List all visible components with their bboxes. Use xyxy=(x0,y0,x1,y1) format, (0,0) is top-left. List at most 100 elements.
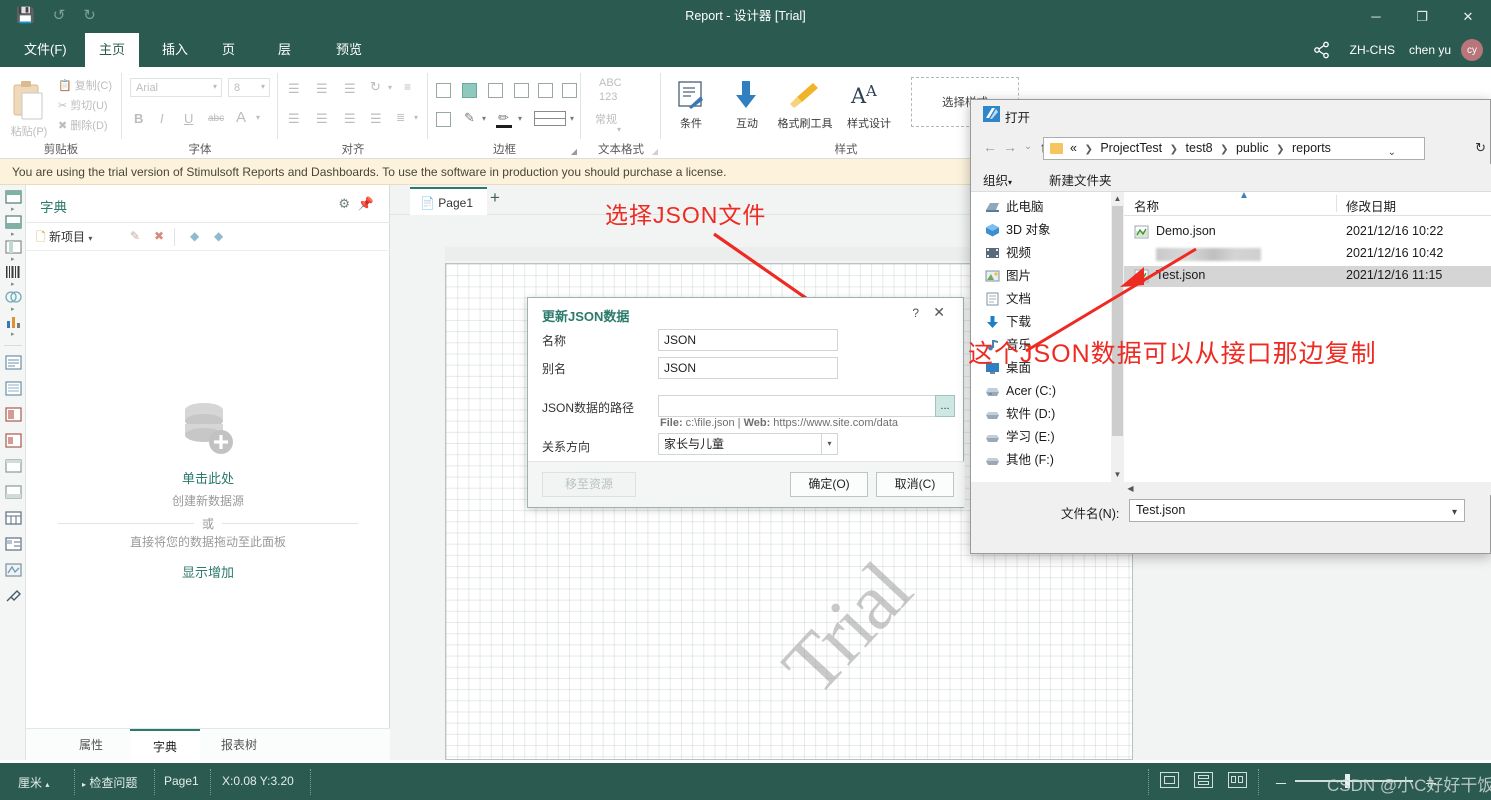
style-designer-label[interactable]: 样式设计 xyxy=(839,115,899,131)
new-folder-button[interactable]: 新建文件夹 xyxy=(1049,170,1112,189)
refresh-button[interactable]: ↻ xyxy=(1475,140,1486,156)
header-band-icon[interactable] xyxy=(5,215,22,230)
border-bottom-button[interactable] xyxy=(562,83,577,98)
interaction-icon[interactable] xyxy=(731,79,761,111)
paste-label[interactable]: 粘贴(P) xyxy=(0,123,58,139)
ribbon-tab-preview[interactable]: 预览 xyxy=(322,33,376,67)
alias-input[interactable]: JSON xyxy=(658,357,838,379)
move-to-resource-button[interactable]: 移至资源 xyxy=(542,472,636,497)
close-button[interactable]: ✕ xyxy=(1445,0,1491,33)
expand-arrow-icon[interactable]: ▸ xyxy=(11,205,15,213)
breadcrumb-projecttest[interactable]: ProjectTest xyxy=(1100,141,1162,155)
rotate-icon[interactable]: ↻ xyxy=(370,79,381,95)
font-size-select[interactable]: 8 ▾ xyxy=(228,78,270,97)
border-left-button[interactable] xyxy=(488,83,503,98)
json-path-input[interactable] xyxy=(658,395,936,417)
expand-arrow-icon[interactable]: ▸ xyxy=(11,280,15,288)
italic-button[interactable]: I xyxy=(160,111,164,126)
unit-selector[interactable]: 厘米 ▴ xyxy=(18,774,49,791)
view-multi-icon[interactable] xyxy=(1228,772,1247,788)
strikethrough-button[interactable]: abc xyxy=(208,113,224,124)
style-designer-icon[interactable]: A A xyxy=(849,79,883,111)
font-color-button[interactable]: A xyxy=(236,109,246,126)
chevron-down-icon[interactable]: ▾ xyxy=(414,113,418,122)
user-name[interactable]: chen yu xyxy=(1409,33,1451,67)
align-justify-icon[interactable]: ☰ xyxy=(370,111,382,127)
column-header-date[interactable]: 修改日期 xyxy=(1346,196,1396,215)
align-bottom-icon[interactable]: ☰ xyxy=(344,81,356,97)
border-dialog-launcher-icon[interactable]: ◢ xyxy=(571,147,577,156)
border-all-button[interactable] xyxy=(462,83,477,98)
help-icon[interactable]: ? xyxy=(912,306,919,320)
database-add-icon[interactable] xyxy=(176,400,240,462)
scroll-down-icon[interactable]: ▼ xyxy=(1111,468,1124,482)
align-right-icon[interactable]: ☰ xyxy=(344,111,356,127)
check-issues-button[interactable]: ▸ 检查问题 xyxy=(82,774,137,791)
table-row[interactable]: Demo.json 2021/12/16 10:22 xyxy=(1124,222,1491,243)
underline-button[interactable]: U xyxy=(184,111,193,126)
chevron-down-icon[interactable]: ▾ xyxy=(1452,507,1457,518)
cancel-button[interactable]: 取消(C) xyxy=(876,472,954,497)
scroll-up-icon[interactable]: ▲ xyxy=(1111,192,1124,206)
scroll-left-icon[interactable]: ◀ xyxy=(1124,482,1137,495)
format-painter-icon[interactable] xyxy=(785,79,821,111)
clone-panel-icon[interactable] xyxy=(5,485,22,500)
column-header-name[interactable]: 名称 xyxy=(1134,196,1159,215)
edit-icon[interactable]: ✎ xyxy=(130,229,140,243)
breadcrumb-public[interactable]: public xyxy=(1236,141,1269,155)
align-top-icon[interactable]: ☰ xyxy=(288,81,300,97)
close-icon[interactable]: ✕ xyxy=(933,304,945,321)
map-component-icon[interactable] xyxy=(5,563,22,578)
copy-button[interactable]: 📋 复制(C) xyxy=(58,77,112,93)
data-band-icon[interactable] xyxy=(5,190,22,205)
show-more-link[interactable]: 显示增加 xyxy=(26,562,390,581)
delete-button[interactable]: ✖ 删除(D) xyxy=(58,117,108,133)
format-painter-label[interactable]: 格式刷工具 xyxy=(771,115,839,131)
column-divider[interactable] xyxy=(1336,195,1337,212)
view-single-icon[interactable] xyxy=(1160,772,1179,788)
name-input[interactable]: JSON xyxy=(658,329,838,351)
minimize-button[interactable]: － xyxy=(1353,0,1399,33)
border-outline-button[interactable] xyxy=(436,112,451,127)
checkbox-component-icon[interactable] xyxy=(5,433,22,448)
breadcrumb-reports[interactable]: reports xyxy=(1292,141,1331,155)
expand-arrow-icon[interactable]: ▸ xyxy=(11,255,15,263)
chevron-down-icon[interactable]: ▾ xyxy=(821,434,837,454)
move-up-icon[interactable]: ◆ xyxy=(190,229,199,243)
format-normal-label[interactable]: 常规 xyxy=(595,111,617,127)
chevron-down-icon[interactable]: ▾ xyxy=(482,114,486,123)
tab-dictionary[interactable]: 字典 xyxy=(130,729,200,761)
fill-color-icon[interactable]: ✎ xyxy=(464,110,475,126)
cross-table-icon[interactable] xyxy=(5,537,22,552)
pin-icon[interactable]: 📌 xyxy=(358,196,374,212)
gear-icon[interactable]: ⚙ xyxy=(338,196,350,212)
expand-arrow-icon[interactable]: ▸ xyxy=(11,330,15,338)
table-component-icon[interactable] xyxy=(5,511,22,526)
chevron-down-icon[interactable]: ▾ xyxy=(256,113,260,122)
avatar[interactable]: cy xyxy=(1461,39,1483,61)
shape-icon[interactable] xyxy=(5,290,22,305)
align-center-icon[interactable]: ☰ xyxy=(316,111,328,127)
chevron-down-icon[interactable]: ▾ xyxy=(617,125,621,134)
ribbon-tab-layer[interactable]: 层 xyxy=(264,33,305,67)
align-left-icon[interactable]: ☰ xyxy=(288,111,300,127)
chevron-down-icon[interactable]: ⌄ xyxy=(1388,147,1396,158)
paste-icon[interactable] xyxy=(8,79,48,125)
line-spacing-icon[interactable]: ≣ xyxy=(396,111,405,124)
create-datasource-link[interactable]: 单击此处 xyxy=(26,468,390,487)
organize-button[interactable]: 组织▾ xyxy=(983,170,1012,189)
tools-icon[interactable] xyxy=(5,589,22,604)
condition-label[interactable]: 条件 xyxy=(667,115,715,131)
font-family-select[interactable]: Arial ▾ xyxy=(130,78,222,97)
move-down-icon[interactable]: ◆ xyxy=(214,229,223,243)
back-button[interactable]: ← xyxy=(981,139,999,155)
add-page-button[interactable]: + xyxy=(490,188,500,208)
rich-text-icon[interactable] xyxy=(5,381,22,396)
cut-button[interactable]: ✂ 剪切(U) xyxy=(58,97,108,113)
textformat-dialog-launcher-icon[interactable]: ◢ xyxy=(652,147,658,156)
expand-arrow-icon[interactable]: ▸ xyxy=(11,230,15,238)
forward-button[interactable]: → xyxy=(1001,139,1019,155)
text-component-icon[interactable] xyxy=(5,355,22,370)
address-bar[interactable]: « ❯ ProjectTest ❯ test8 ❯ public ❯ repor… xyxy=(1043,137,1425,160)
chevron-down-icon[interactable]: ▾ xyxy=(570,114,574,123)
